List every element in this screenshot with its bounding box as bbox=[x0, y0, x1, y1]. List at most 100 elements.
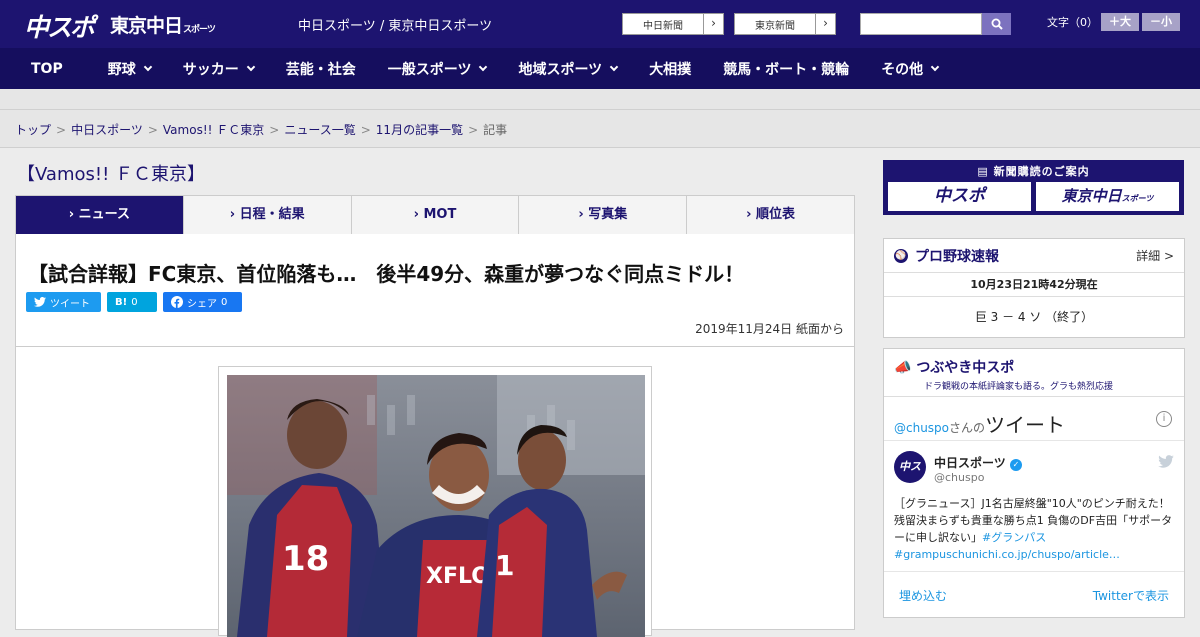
nav-label: 一般スポーツ bbox=[387, 61, 472, 78]
tab-label: ニュース bbox=[78, 207, 131, 222]
view-on-twitter-link[interactable]: Twitterで表示 bbox=[1093, 587, 1169, 604]
tab-label: 写真集 bbox=[588, 207, 628, 222]
facebook-count: 0 bbox=[221, 296, 228, 308]
subscribe-tokyo-chunichi-button[interactable]: 東京中日スポーツ bbox=[1036, 182, 1179, 211]
nav-item-sumo[interactable]: 大相撲 bbox=[633, 59, 707, 79]
breadcrumb-separator: > bbox=[269, 123, 280, 137]
main-nav: TOP 野球 サッカー 芸能・社会 一般スポーツ 地域スポーツ 大相撲 競馬・ボ… bbox=[0, 48, 1200, 89]
breadcrumb: トップ > 中日スポーツ > Vamos!! ＦＣ東京 > ニュース一覧 >11月の記事一覧 >… bbox=[0, 110, 1200, 148]
chevron-down-icon bbox=[246, 62, 255, 71]
nav-item-general-sports[interactable]: 一般スポーツ bbox=[372, 59, 503, 79]
newspaper-icon: ▤ bbox=[977, 165, 989, 178]
account-handle: @chuspo bbox=[934, 471, 985, 484]
subscribe-tokyo-chunichi-label: 東京中日 bbox=[1061, 187, 1122, 205]
tab-standings[interactable]: › 順位表 bbox=[687, 196, 854, 234]
nav-label: 大相撲 bbox=[649, 61, 692, 78]
tweets-title-row: 📣 つぶやき中スポ bbox=[894, 357, 1174, 377]
site-name-link[interactable]: 中日スポーツ / 東京中日スポーツ bbox=[298, 15, 492, 34]
nav-item-other[interactable]: その他 bbox=[865, 59, 954, 79]
nav-label: サッカー bbox=[182, 61, 239, 78]
chuspo-logo[interactable]: 中スポ bbox=[24, 8, 95, 44]
megaphone-icon: 📣 bbox=[894, 360, 912, 376]
breadcrumb-link[interactable]: 11月の記事一覧 bbox=[376, 123, 463, 137]
nav-item-entertainment[interactable]: 芸能・社会 bbox=[270, 59, 372, 79]
subscription-banner: ▤ 新聞購読のご案内 中スポ 東京中日スポーツ bbox=[883, 160, 1184, 215]
tokyo-chunichi-logo[interactable]: 東京中日スポーツ bbox=[110, 11, 216, 38]
nav-item-soccer[interactable]: サッカー bbox=[167, 59, 270, 79]
tweet-link[interactable]: #grampuschunichi.co.jp/chuspo/article… bbox=[894, 548, 1120, 561]
search-input[interactable] bbox=[860, 13, 982, 35]
tweets-header: 📣 つぶやき中スポ ドラ観戦の本紙評論家も語る。グラも熱烈応援 bbox=[884, 349, 1184, 397]
info-icon[interactable]: i bbox=[1156, 411, 1172, 427]
article-title: 【試合詳報】FC東京、首位陥落も… 後半49分、森重が夢つなぐ同点ミドル！ bbox=[28, 262, 745, 286]
baseball-header: ⚾ プロ野球速報 詳細 > bbox=[884, 239, 1184, 273]
article-photo-frame: 18 XFLO 1 bbox=[218, 366, 652, 637]
font-larger-button[interactable]: ＋大 bbox=[1101, 13, 1139, 31]
tweets-subtitle: ドラ観戦の本紙評論家も語る。グラも熱烈応援 bbox=[924, 382, 1114, 392]
account-name-row[interactable]: 中日スポーツ ✓ bbox=[934, 454, 1022, 471]
article-photo[interactable]: 18 XFLO 1 bbox=[227, 375, 645, 637]
tweets-timeline-header: @chuspoさんのツイート i bbox=[884, 397, 1184, 441]
share-buttons: ツイート B! 0 シェア 0 bbox=[26, 292, 242, 312]
tokyo-chunichi-logo-text: 東京中日 bbox=[110, 15, 183, 37]
search-icon bbox=[991, 18, 1003, 30]
article-date: 2019年11月24日 紙面から bbox=[695, 322, 844, 336]
breadcrumb-link[interactable]: ニュース一覧 bbox=[284, 123, 355, 137]
nav-item-top[interactable]: TOP bbox=[0, 61, 79, 77]
tab-mot[interactable]: › MOT bbox=[352, 196, 520, 234]
chunichi-shimbun-button[interactable]: 中日新聞 › bbox=[622, 13, 724, 35]
subscribe-chuspo-button[interactable]: 中スポ bbox=[888, 182, 1031, 211]
article: 【試合詳報】FC東京、首位陥落も… 後半49分、森重が夢つなぐ同点ミドル！ ツイ… bbox=[15, 234, 855, 637]
breadcrumb-link[interactable]: 中日スポーツ bbox=[71, 123, 143, 137]
tweets-widget: 📣 つぶやき中スポ ドラ観戦の本紙評論家も語る。グラも熱烈応援 @chuspoさ… bbox=[883, 348, 1185, 618]
nav-label: TOP bbox=[31, 60, 63, 77]
nav-label: 地域スポーツ bbox=[518, 61, 603, 78]
subscribe-tokyo-chunichi-sub: スポーツ bbox=[1121, 194, 1154, 203]
tokyo-chunichi-logo-sub: スポーツ bbox=[183, 25, 216, 35]
tab-schedule[interactable]: › 日程・結果 bbox=[184, 196, 352, 234]
embed-link[interactable]: 埋め込む bbox=[899, 587, 947, 604]
section-title[interactable]: 【Vamos!! ＦＣ東京】 bbox=[17, 160, 205, 186]
account-avatar[interactable]: 中ス bbox=[894, 451, 926, 483]
nav-item-baseball[interactable]: 野球 bbox=[79, 59, 167, 79]
tweet-button[interactable]: ツイート bbox=[26, 292, 101, 312]
baseball-title: プロ野球速報 bbox=[915, 248, 999, 265]
breadcrumb-separator: > bbox=[468, 123, 479, 137]
ad-strip bbox=[0, 89, 1200, 110]
breadcrumb-link[interactable]: トップ bbox=[15, 123, 51, 137]
hatena-bookmark-button[interactable]: B! 0 bbox=[107, 292, 157, 312]
nav-label: 野球 bbox=[107, 61, 136, 78]
article-divider bbox=[16, 346, 854, 347]
baseball-more-link[interactable]: 詳細 > bbox=[1136, 247, 1174, 264]
breadcrumb-separator: > bbox=[147, 123, 158, 137]
nav-item-racing[interactable]: 競馬・ボート・競輪 bbox=[707, 59, 865, 79]
tweets-title: つぶやき中スポ bbox=[916, 360, 1015, 376]
chevron-right-icon: › bbox=[815, 14, 835, 34]
tweet-text-block: ［グラニュース］J1名古屋終盤"10人"のピンチ耐えた！残留決まらずも貴重な勝ち… bbox=[894, 495, 1174, 563]
baseball-score[interactable]: 巨 3 － 4 ソ （終了） bbox=[884, 297, 1184, 337]
twitter-handle-link[interactable]: @chuspo bbox=[894, 421, 949, 435]
twitter-bird-icon bbox=[34, 297, 46, 307]
svg-text:1: 1 bbox=[495, 549, 514, 582]
search-button[interactable] bbox=[982, 13, 1011, 35]
chevron-down-icon bbox=[930, 62, 940, 71]
tweet-hashtag[interactable]: #グランパス bbox=[982, 531, 1046, 544]
tab-news[interactable]: › ニュース bbox=[16, 196, 184, 241]
nav-item-local-sports[interactable]: 地域スポーツ bbox=[502, 59, 633, 79]
account-name: 中日スポーツ bbox=[934, 456, 1006, 470]
baseball-scores-widget: ⚾ プロ野球速報 詳細 > 10月23日21時42分現在 巨 3 － 4 ソ （… bbox=[883, 238, 1185, 338]
svg-text:XFLO: XFLO bbox=[426, 564, 490, 589]
tokyo-shimbun-button[interactable]: 東京新聞 › bbox=[734, 13, 836, 35]
breadcrumb-separator: > bbox=[56, 123, 67, 137]
hatena-icon: B! bbox=[115, 296, 128, 308]
tokyo-shimbun-label: 東京新聞 bbox=[755, 20, 795, 32]
tweet-item[interactable]: 中ス 中日スポーツ ✓ @chuspo ［グラニュース］J1名古屋終盤"10人"… bbox=[884, 441, 1184, 571]
chevron-down-icon bbox=[479, 62, 488, 71]
subscription-title: ▤ 新聞購読のご案内 bbox=[883, 160, 1184, 179]
font-smaller-button[interactable]: －小 bbox=[1142, 13, 1180, 31]
facebook-share-button[interactable]: シェア 0 bbox=[163, 292, 242, 312]
breadcrumb-link[interactable]: Vamos!! ＦＣ東京 bbox=[163, 123, 264, 137]
tab-photos[interactable]: › 写真集 bbox=[519, 196, 688, 234]
tweets-footer: 埋め込む Twitterで表示 bbox=[884, 571, 1184, 615]
nav-label: 競馬・ボート・競輪 bbox=[723, 61, 850, 78]
